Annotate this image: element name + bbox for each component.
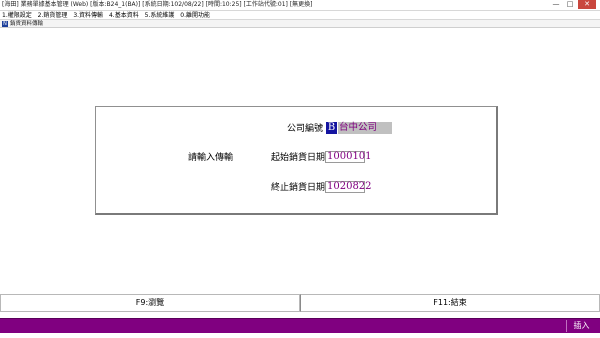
function-key-bar: F9:瀏覽 F11:結束 (0, 294, 600, 312)
menu-bar: 1.權限設定 2.銷貨管理 3.資料傳輸 4.基本資料 5.系統維護 0.離開功… (0, 11, 600, 20)
company-name-field: 台中公司 (338, 122, 392, 134)
subwindow-title: 銷貨資料傳輸 (10, 21, 44, 27)
f11-exit-button[interactable]: F11:結束 (300, 294, 600, 312)
start-date-value: 1000101 (327, 151, 372, 162)
menu-item-exit[interactable]: 0.離開功能 (180, 12, 210, 19)
menu-item-permissions[interactable]: 1.權限設定 (2, 12, 32, 19)
transfer-prompt: 請輸入傳輸 (188, 153, 234, 163)
start-date-label: 起始銷貨日期 (271, 153, 326, 163)
end-date-label: 終止銷貨日期 (271, 183, 326, 193)
menu-item-basic-data[interactable]: 4.基本資料 (109, 12, 139, 19)
insert-mode-indicator: 插入 (566, 320, 596, 332)
company-code-input[interactable]: B (326, 122, 337, 134)
status-bar: 插入 (0, 318, 600, 333)
window-title: [海田] 業務單據基本管理 (Web) [版本:B24_1(BA)] [系統日期… (2, 1, 313, 8)
minimize-button[interactable]: — (550, 0, 562, 9)
menu-item-maintenance[interactable]: 5.系統維護 (145, 12, 175, 19)
menu-item-transfer[interactable]: 3.資料傳輸 (73, 12, 103, 19)
end-date-value: 1020822 (327, 181, 372, 192)
f9-browse-button[interactable]: F9:瀏覽 (0, 294, 300, 312)
title-bar: [海田] 業務單據基本管理 (Web) [版本:B24_1(BA)] [系統日期… (0, 0, 600, 11)
subwindow-titlebar: N 銷貨資料傳輸 (0, 20, 600, 28)
menu-item-sales[interactable]: 2.銷貨管理 (38, 12, 68, 19)
window-controls: — □ ✕ (550, 0, 596, 9)
close-button[interactable]: ✕ (578, 0, 596, 9)
app-icon: N (2, 21, 8, 27)
maximize-button[interactable]: □ (564, 0, 576, 9)
company-code-label: 公司編號 (287, 124, 324, 134)
